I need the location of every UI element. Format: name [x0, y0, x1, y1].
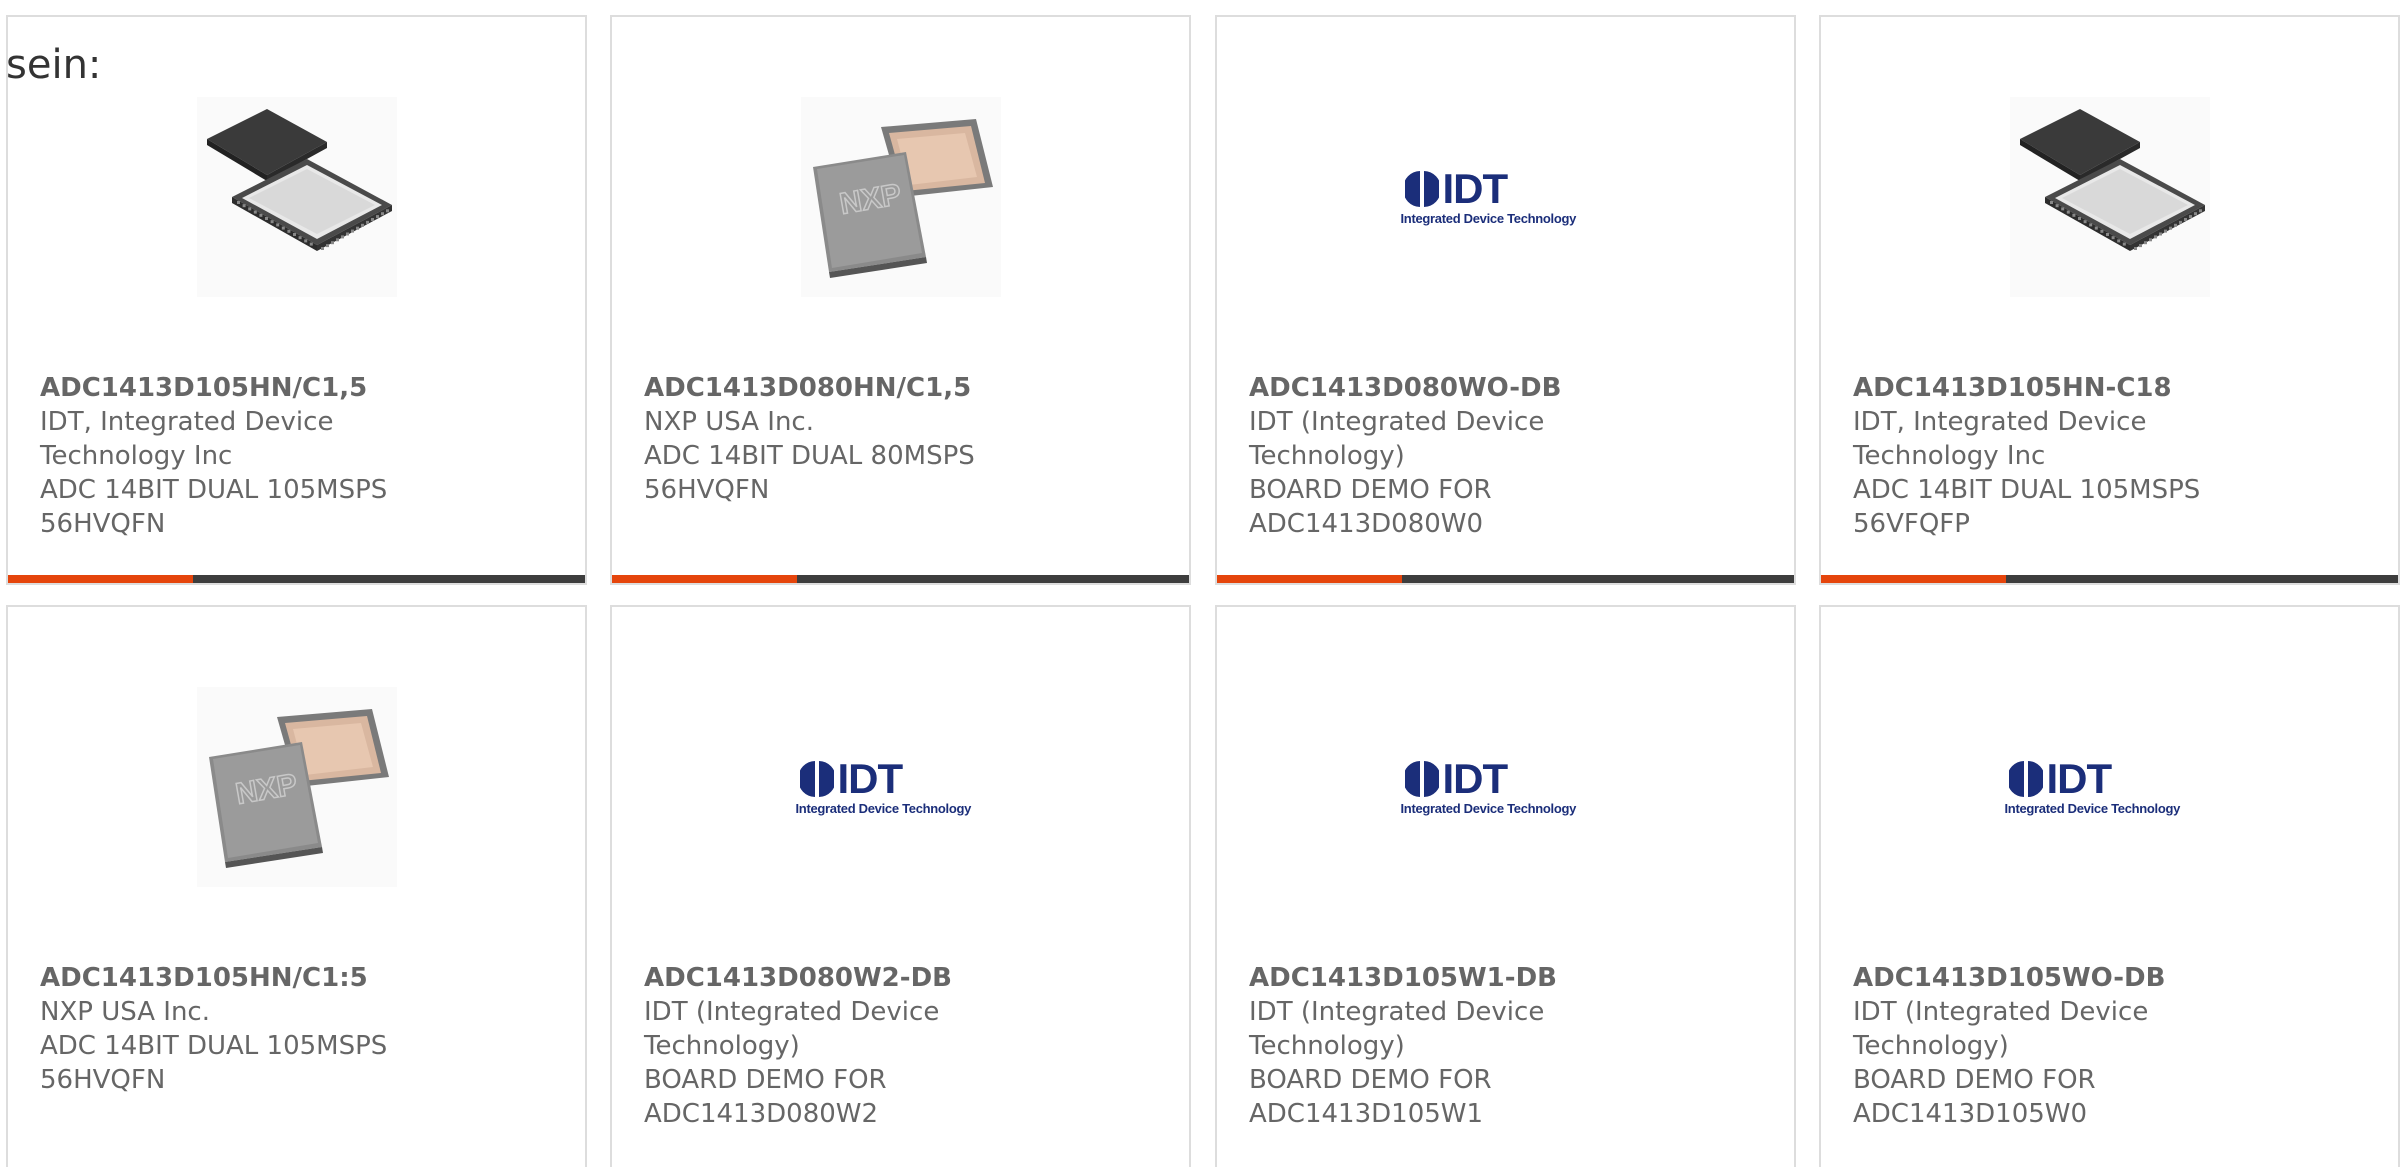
product-info: ADC1413D105HN/C1:5 NXP USA Inc. ADC 14BIT… [40, 961, 565, 1097]
product-info: ADC1413D105W1-DB IDT (Integrated Device T… [1249, 961, 1774, 1131]
nxp-chip-image: NXP [800, 97, 1001, 297]
idt-mark-icon [1404, 760, 1439, 797]
idt-logo-tagline: Integrated Device Technology [2004, 800, 2181, 816]
product-image[interactable] [1821, 87, 2398, 307]
product-card[interactable]: ADC1413D105HN-C18 IDT, Integrated Device… [1819, 15, 2400, 585]
product-detail-line: BOARD DEMO FOR [1853, 1065, 2096, 1095]
product-detail-line: IDT, Integrated Device [1853, 407, 2147, 437]
product-image[interactable]: IDT Integrated Device Technology [1217, 87, 1794, 307]
product-detail-line: 56HVQFN [644, 475, 770, 505]
qfn-chip-image [2009, 97, 2210, 297]
product-detail-line: Technology Inc [40, 441, 233, 471]
product-part-number[interactable]: ADC1413D105HN-C18 [1853, 371, 2378, 405]
product-detail-line: ADC1413D105W1 [1249, 1099, 1484, 1129]
product-detail-line: ADC 14BIT DUAL 105MSPS [40, 475, 388, 505]
product-detail-line: Technology) [644, 1031, 800, 1061]
product-detail-line: Technology Inc [1853, 441, 2046, 471]
product-card[interactable]: IDT Integrated Device Technology ADC1413… [1215, 605, 1796, 1167]
nxp-chip-image: NXP [196, 687, 397, 887]
product-info: ADC1413D105WO-DB IDT (Integrated Device T… [1853, 961, 2378, 1131]
card-bar-accent [1217, 575, 1402, 583]
product-detail-line: BOARD DEMO FOR [1249, 475, 1492, 505]
product-card[interactable]: IDT Integrated Device Technology ADC1413… [610, 605, 1191, 1167]
idt-logo-tagline: Integrated Device Technology [795, 800, 972, 816]
card-bottom-bar [1217, 575, 1794, 583]
product-card[interactable]: IDT Integrated Device Technology ADC1413… [1215, 15, 1796, 585]
product-detail-line: Technology) [1249, 1031, 1405, 1061]
product-detail-line: ADC1413D080W0 [1249, 509, 1484, 539]
product-detail-line: ADC 14BIT DUAL 80MSPS [644, 441, 975, 471]
product-image[interactable]: IDT Integrated Device Technology [1217, 677, 1794, 897]
product-detail-line: Technology) [1853, 1031, 2009, 1061]
product-part-number[interactable]: ADC1413D080WO-DB [1249, 371, 1774, 405]
product-info: ADC1413D080W2-DB IDT (Integrated Device T… [644, 961, 1169, 1131]
product-detail-line: BOARD DEMO FOR [644, 1065, 887, 1095]
intro-text: sein: [6, 42, 102, 88]
idt-logo: IDT Integrated Device Technology [795, 754, 1006, 816]
product-detail-line: IDT (Integrated Device [1249, 997, 1545, 1027]
product-info: ADC1413D080HN/C1,5 NXP USA Inc. ADC 14BIT… [644, 371, 1169, 507]
product-detail-line: IDT, Integrated Device [40, 407, 334, 437]
product-card[interactable]: IDT Integrated Device Technology ADC1413… [1819, 605, 2400, 1167]
idt-logo: IDT Integrated Device Technology [1400, 164, 1611, 226]
product-image[interactable]: NXP [612, 87, 1189, 307]
product-grid-page: sein: ADC1413D105HN/C1,5 IDT, Integrated… [0, 0, 2400, 1167]
idt-mark-icon [1404, 170, 1439, 207]
product-detail-line: IDT (Integrated Device [1249, 407, 1545, 437]
product-detail-line: NXP USA Inc. [644, 407, 814, 437]
product-detail-line: 56HVQFN [40, 1065, 166, 1095]
product-card[interactable]: NXP ADC1413D080HN/C1,5 NXP USA Inc. ADC 1… [610, 15, 1191, 585]
product-part-number[interactable]: ADC1413D080W2-DB [644, 961, 1169, 995]
card-bottom-bar [8, 575, 585, 583]
idt-logo: IDT Integrated Device Technology [2004, 754, 2215, 816]
product-image[interactable]: NXP [8, 677, 585, 897]
idt-logo-word: IDT [1442, 754, 1509, 802]
product-image[interactable] [8, 87, 585, 307]
card-bottom-bar [1821, 575, 2398, 583]
product-image[interactable]: IDT Integrated Device Technology [612, 677, 1189, 897]
idt-logo-word: IDT [1442, 164, 1509, 212]
product-detail-line: ADC 14BIT DUAL 105MSPS [1853, 475, 2201, 505]
product-detail-line: IDT (Integrated Device [1853, 997, 2149, 1027]
product-detail-line: 56VFQFP [1853, 509, 1970, 539]
product-image[interactable]: IDT Integrated Device Technology [1821, 677, 2398, 897]
card-bar-accent [8, 575, 193, 583]
product-detail-line: BOARD DEMO FOR [1249, 1065, 1492, 1095]
product-info: ADC1413D105HN-C18 IDT, Integrated Device… [1853, 371, 2378, 541]
product-detail-line: 56HVQFN [40, 509, 166, 539]
product-part-number[interactable]: ADC1413D105W1-DB [1249, 961, 1774, 995]
product-card[interactable]: ADC1413D105HN/C1,5 IDT, Integrated Devic… [6, 15, 587, 585]
qfn-chip-image [196, 97, 397, 297]
product-part-number[interactable]: ADC1413D105HN/C1,5 [40, 371, 565, 405]
idt-logo-word: IDT [2046, 754, 2113, 802]
product-part-number[interactable]: ADC1413D105HN/C1:5 [40, 961, 565, 995]
product-info: ADC1413D105HN/C1,5 IDT, Integrated Devic… [40, 371, 565, 541]
idt-logo-tagline: Integrated Device Technology [1400, 210, 1577, 226]
card-bottom-bar [612, 575, 1189, 583]
idt-logo-tagline: Integrated Device Technology [1400, 800, 1577, 816]
card-bar-accent [1821, 575, 2006, 583]
product-detail-line: ADC1413D080W2 [644, 1099, 879, 1129]
product-detail-line: ADC1413D105W0 [1853, 1099, 2088, 1129]
card-bar-accent [612, 575, 797, 583]
idt-mark-icon [2008, 760, 2043, 797]
product-detail-line: Technology) [1249, 441, 1405, 471]
product-part-number[interactable]: ADC1413D105WO-DB [1853, 961, 2378, 995]
product-card[interactable]: NXP ADC1413D105HN/C1:5 NXP USA Inc. ADC 1… [6, 605, 587, 1167]
product-detail-line: NXP USA Inc. [40, 997, 210, 1027]
product-detail-line: ADC 14BIT DUAL 105MSPS [40, 1031, 388, 1061]
product-info: ADC1413D080WO-DB IDT (Integrated Device T… [1249, 371, 1774, 541]
idt-logo-word: IDT [837, 754, 904, 802]
idt-mark-icon [799, 760, 834, 797]
product-detail-line: IDT (Integrated Device [644, 997, 940, 1027]
idt-logo: IDT Integrated Device Technology [1400, 754, 1611, 816]
product-part-number[interactable]: ADC1413D080HN/C1,5 [644, 371, 1169, 405]
